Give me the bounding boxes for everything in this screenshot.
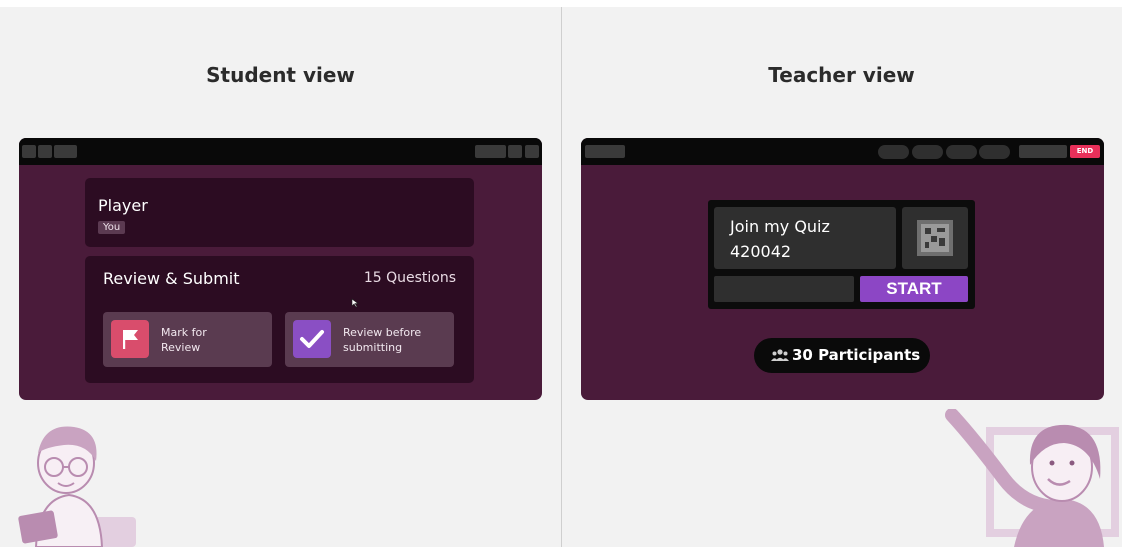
mark-for-review-button[interactable]: Mark for Review <box>103 312 272 367</box>
people-icon <box>771 349 789 361</box>
toolbar-button[interactable] <box>475 145 506 158</box>
qr-code-icon <box>902 207 968 269</box>
toolbar-button[interactable] <box>22 145 36 158</box>
canvas: Student view Player You Review & Submit … <box>0 7 1122 547</box>
option-label: Mark for Review <box>161 326 207 354</box>
toolbar-button[interactable] <box>585 145 625 158</box>
question-count: 15 Questions <box>363 270 456 286</box>
review-before-submitting-button[interactable]: Review before submitting <box>285 312 454 367</box>
toolbar-button[interactable] <box>38 145 52 158</box>
student-window: Player You Review & Submit 15 Questions … <box>19 138 542 400</box>
toolbar-button[interactable] <box>54 145 77 158</box>
teacher-view-heading: Teacher view <box>768 63 915 87</box>
player-card: Player You <box>85 178 474 247</box>
toolbar-pill-button[interactable] <box>946 145 977 159</box>
student-illustration <box>18 426 136 547</box>
participants-badge: 30 Participants <box>754 338 930 373</box>
review-submit-card: Review & Submit 15 Questions Mark for Re… <box>85 256 474 383</box>
toolbar-button[interactable] <box>508 145 522 158</box>
teacher-toolbar: END <box>581 138 1104 165</box>
toolbar-button[interactable] <box>1019 145 1067 158</box>
join-title: Join my Quiz <box>730 217 830 236</box>
check-icon <box>293 320 331 358</box>
join-info: Join my Quiz 420042 <box>714 207 896 269</box>
name-input[interactable] <box>714 276 854 302</box>
view-divider <box>561 7 562 547</box>
student-view-heading: Student view <box>206 63 355 87</box>
player-label: Player <box>98 196 148 215</box>
mouse-cursor-icon <box>351 298 359 308</box>
flag-icon <box>111 320 149 358</box>
toolbar-pill-button[interactable] <box>912 145 943 159</box>
toolbar-pill-button[interactable] <box>878 145 909 159</box>
participants-count: 30 Participants <box>792 346 921 364</box>
review-title: Review & Submit <box>103 269 240 288</box>
start-button[interactable]: START <box>860 276 968 302</box>
you-badge: You <box>98 221 126 234</box>
teacher-illustration <box>945 409 1119 547</box>
toolbar-pill-button[interactable] <box>979 145 1010 159</box>
teacher-window: END Join my Quiz 420042 START 30 Partici… <box>581 138 1104 400</box>
toolbar-button[interactable] <box>525 145 539 158</box>
join-quiz-panel: Join my Quiz 420042 START <box>708 200 975 309</box>
student-toolbar <box>19 138 542 165</box>
end-button[interactable]: END <box>1070 145 1100 158</box>
option-label: Review before submitting <box>343 326 422 354</box>
join-code: 420042 <box>730 242 792 261</box>
